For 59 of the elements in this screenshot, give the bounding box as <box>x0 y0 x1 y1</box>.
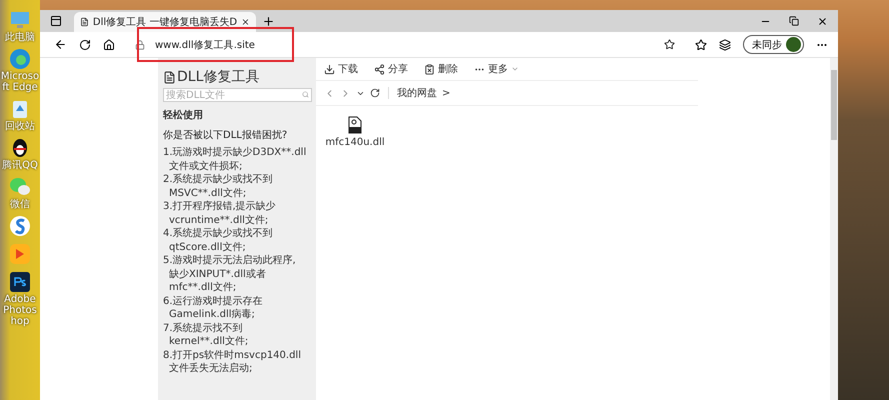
toolbar-button[interactable]: 更多 <box>474 62 519 76</box>
section-heading: 轻松使用 <box>163 108 204 122</box>
new-tab-icon[interactable] <box>262 14 275 28</box>
toolbar-button[interactable]: 分享 <box>374 62 408 76</box>
toolbar-button[interactable]: 下载 <box>324 62 358 76</box>
list-text: MSVC**.dll文件; <box>168 186 246 200</box>
refresh-icon[interactable] <box>79 38 91 50</box>
share-icon <box>374 64 385 74</box>
lock-icon <box>135 40 145 50</box>
favorites-icon[interactable] <box>695 38 707 50</box>
list-text: 4.系统提示缺少或找不到 <box>163 227 273 240</box>
list-text: Gamelink.dll病毒; <box>168 308 255 322</box>
favorite-star-icon[interactable] <box>664 39 675 50</box>
collections-icon[interactable] <box>719 38 731 50</box>
restore-icon[interactable] <box>789 16 799 26</box>
chevron-down-icon <box>511 65 519 73</box>
avatar <box>786 37 801 52</box>
close-icon[interactable] <box>241 17 250 27</box>
app-icon <box>8 242 32 266</box>
ps-app-icon <box>8 270 32 294</box>
download-icon <box>324 64 335 74</box>
sync-button[interactable]: 未同步 <box>743 35 804 54</box>
back-icon[interactable] <box>54 38 67 51</box>
list-text: 7.系统提示找不到 <box>163 322 243 335</box>
question-text: 你是否被以下DLL报错困扰? <box>163 128 288 142</box>
page-icon <box>80 17 89 27</box>
url-text: www.dll修复工具.site <box>155 38 256 52</box>
delete-icon <box>424 64 435 74</box>
list-text: 缺少XINPUT*.dll或者 <box>168 268 266 281</box>
file-name[interactable]: mfc140u.dll <box>325 137 385 148</box>
list-text: kernel**.dll文件; <box>168 335 248 348</box>
scrollbar[interactable] <box>830 58 838 400</box>
breadcrumb[interactable]: > <box>442 88 450 98</box>
list-text: 8.打开ps软件时msvcp140.dll <box>163 348 301 362</box>
list-text: 5.游戏时提示无法启动此程序, <box>163 254 296 268</box>
toolbar-button[interactable]: 删除 <box>424 62 458 76</box>
list-text: mfc**.dll文件; <box>168 281 236 294</box>
list-text: 文件丢失无法启动; <box>168 362 252 376</box>
refresh-icon[interactable] <box>370 88 380 98</box>
search-field[interactable]: 搜索DLL文件 <box>163 88 312 102</box>
browser-tab[interactable]: Dll修复工具 一键修复电脑丢失D <box>74 12 256 32</box>
search-icon <box>302 91 309 98</box>
list-text: 1.玩游戏时提示缺少D3DX**.dll <box>163 146 306 160</box>
list-text: 2.系统提示缺少或找不到 <box>163 173 273 186</box>
s-logo-icon <box>8 214 32 238</box>
site-title: DLL修复工具 <box>177 68 260 86</box>
tab-actions-icon[interactable] <box>50 15 62 27</box>
list-text: vcruntime**.dll文件; <box>168 214 268 227</box>
address-bar[interactable]: www.dll修复工具.site <box>127 34 683 54</box>
list-text: 文件或文件损坏; <box>168 160 242 173</box>
home-icon[interactable] <box>103 38 115 50</box>
breadcrumb[interactable]: 我的网盘 <box>397 86 437 100</box>
browser-icon <box>8 47 32 71</box>
list-text: 6.运行游戏时提示存在 <box>163 294 263 308</box>
list-text: qtScore.dll文件; <box>168 240 246 254</box>
list-text: 3.打开程序报错,提示缺少 <box>163 200 276 214</box>
close-icon[interactable] <box>817 16 828 26</box>
document-icon <box>163 70 176 84</box>
file-icon[interactable] <box>348 116 362 134</box>
